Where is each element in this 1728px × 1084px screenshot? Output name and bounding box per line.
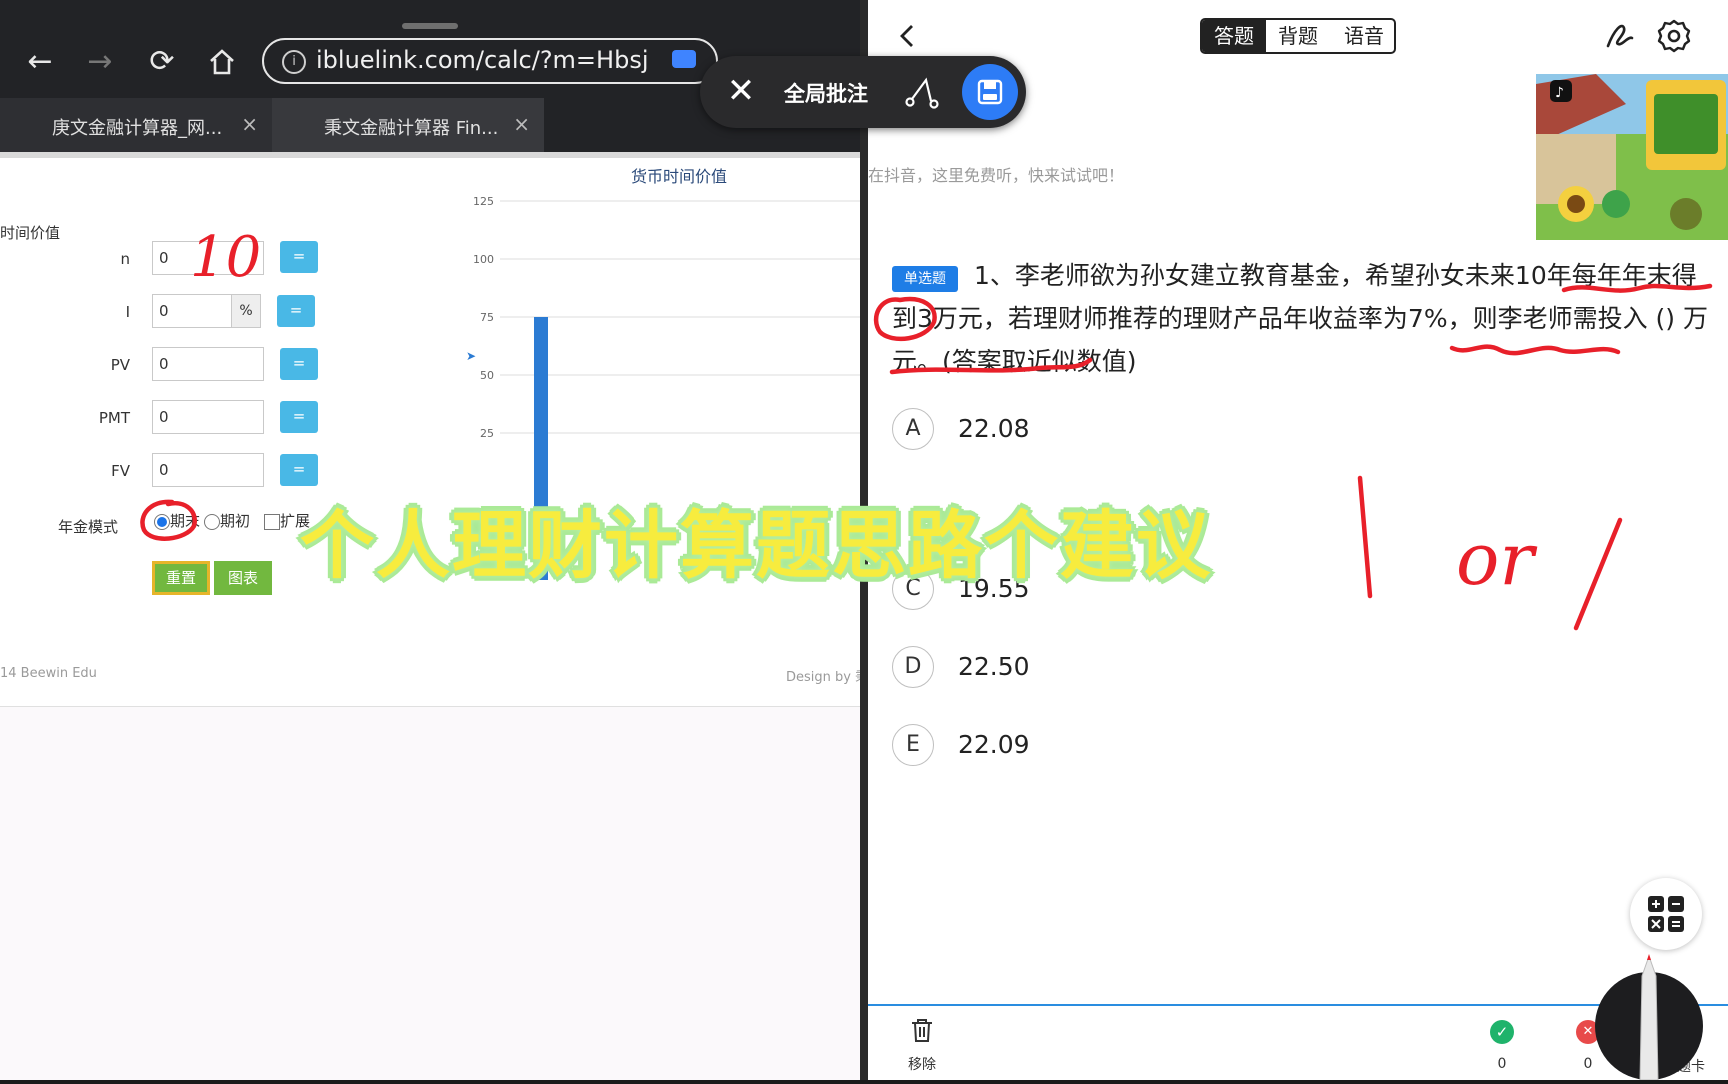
cast-icon[interactable] xyxy=(672,50,696,68)
blank-page-area xyxy=(0,707,860,1080)
close-icon[interactable]: ✕ xyxy=(718,68,764,114)
begin-of-period-radio[interactable] xyxy=(204,514,220,530)
mode-tab-group: 答题 背题 语音 xyxy=(1200,18,1396,54)
calculator-button[interactable] xyxy=(1630,878,1702,950)
page-top-border xyxy=(0,152,860,158)
percent-suffix: % xyxy=(231,294,261,328)
n-label: n xyxy=(120,250,130,268)
chart-y-ticks: 125 100 75 50 25 xyxy=(473,195,494,440)
n-input[interactable]: 0 xyxy=(152,241,264,275)
question-stem: 1、李老师欲为孙女建立教育基金，希望孙女未来10年每年年末得到3万元，若理财师推… xyxy=(892,261,1708,376)
window-drag-handle[interactable] xyxy=(402,23,458,29)
chart-y-tick-label: 75 xyxy=(480,311,494,324)
site-info-icon[interactable]: i xyxy=(282,50,306,74)
option-value: 22.09 xyxy=(958,730,1030,759)
path-tool-icon[interactable] xyxy=(900,70,944,114)
home-icon[interactable] xyxy=(202,42,242,82)
game-ad-thumbnail[interactable]: ♪ xyxy=(1536,74,1728,240)
tab-title: 庚文金融计算器_网... xyxy=(52,118,223,139)
back-chevron-icon[interactable] xyxy=(890,18,926,54)
i-label: I xyxy=(125,303,130,321)
pv-input[interactable]: 0 xyxy=(152,347,264,381)
forward-arrow-icon[interactable]: → xyxy=(80,42,120,82)
tab-answer[interactable]: 答题 xyxy=(1202,20,1266,52)
tiktok-logo-icon: ♪ xyxy=(1555,85,1564,101)
remove-label[interactable]: 移除 xyxy=(900,1054,944,1074)
begin-of-period-label: 期初 xyxy=(220,512,251,530)
save-icon[interactable] xyxy=(962,64,1018,120)
footer-copyright: 14 Beewin Edu xyxy=(0,666,97,681)
trash-icon[interactable] xyxy=(908,1016,936,1048)
fv-compute-button[interactable]: = xyxy=(280,454,318,486)
chart-y-tick-label: 100 xyxy=(473,253,494,266)
footer-credit: Design by 秉 xyxy=(786,670,860,685)
reset-button[interactable]: 重置 xyxy=(152,561,210,595)
option-value: 22.08 xyxy=(958,414,1030,443)
correct-count: 0 xyxy=(1497,1056,1507,1072)
fv-label: FV xyxy=(111,462,130,480)
option-letter: A xyxy=(892,408,934,450)
chart-title: 货币时间价值 xyxy=(631,167,727,186)
fv-input[interactable]: 0 xyxy=(152,453,264,487)
annotation-toolbar: ✕ 全局批注 xyxy=(700,56,1026,128)
stylus-pen-icon xyxy=(1594,946,1704,1081)
url-text[interactable]: ibluelink.com/calc/?m=Hbsj xyxy=(316,46,649,74)
address-bar[interactable]: i ibluelink.com/calc/?m=Hbsj xyxy=(262,38,718,84)
video-caption-title: 个人理财计算题思路个建议 xyxy=(300,503,1212,589)
option-letter: E xyxy=(892,724,934,766)
i-input[interactable]: 0 xyxy=(152,294,232,328)
chart-y-tick-label: 50 xyxy=(480,369,494,382)
chart-button[interactable]: 图表 xyxy=(214,561,272,595)
i-compute-button[interactable]: = xyxy=(277,295,315,327)
tab-close-icon[interactable]: × xyxy=(513,112,530,136)
section-title: 时间价值 xyxy=(0,224,61,242)
legend-arrow-icon: ➤ xyxy=(466,349,476,363)
browser-tab-2[interactable]: 秉文金融计算器 Fin... × xyxy=(272,98,544,152)
expand-checkbox[interactable] xyxy=(264,514,280,530)
pv-label: PV xyxy=(110,356,130,374)
pmt-compute-button[interactable]: = xyxy=(280,401,318,433)
ad-banner-text[interactable]: 在抖音，这里免费听，快来试试吧！ xyxy=(868,162,1124,186)
tab-memorize[interactable]: 背题 xyxy=(1266,20,1330,52)
end-of-period-radio[interactable] xyxy=(154,514,170,530)
annuity-mode-label: 年金模式 xyxy=(58,518,119,536)
reload-icon[interactable]: ⟳ xyxy=(142,42,182,82)
gear-icon[interactable] xyxy=(1654,16,1694,56)
chart-y-tick-label: 25 xyxy=(480,427,494,440)
browser-tab-1[interactable]: 庚文金融计算器_网... × xyxy=(0,98,272,152)
correct-check-icon: ✓ xyxy=(1490,1020,1514,1044)
tab-voice[interactable]: 语音 xyxy=(1332,20,1394,52)
end-of-period-label: 期末 xyxy=(170,512,201,530)
chart-y-tick-label: 125 xyxy=(473,195,494,208)
chart-grid xyxy=(500,200,860,434)
pmt-input[interactable]: 0 xyxy=(152,400,264,434)
tab-close-icon[interactable]: × xyxy=(241,112,258,136)
back-arrow-icon[interactable]: ← xyxy=(20,42,60,82)
question-type-badge: 单选题 xyxy=(892,266,958,292)
option-letter: D xyxy=(892,646,934,688)
n-compute-button[interactable]: = xyxy=(280,241,318,273)
pmt-label: PMT xyxy=(98,409,130,427)
tab-title: 秉文金融计算器 Fin... xyxy=(324,118,499,139)
pv-compute-button[interactable]: = xyxy=(280,348,318,380)
global-annotation-label[interactable]: 全局批注 xyxy=(784,78,868,108)
option-value: 22.50 xyxy=(958,652,1030,681)
scribble-icon[interactable] xyxy=(1600,16,1640,56)
